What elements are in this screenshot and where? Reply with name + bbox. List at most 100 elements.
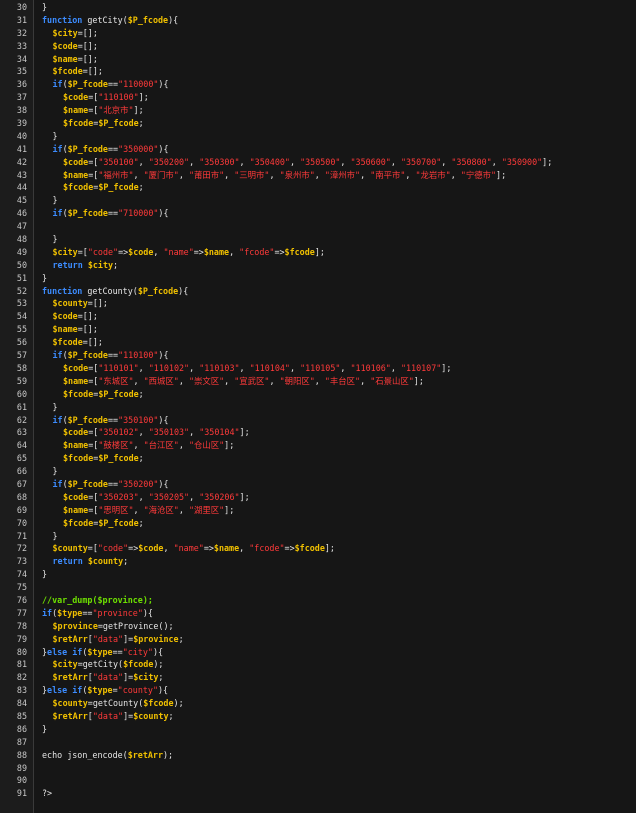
code-token: "350200" [118, 478, 159, 489]
code-token: if [52, 208, 63, 219]
line-number: 44 [16, 182, 27, 193]
line-number: 84 [16, 698, 27, 709]
code-token: "data" [92, 672, 124, 683]
code-text: $fcode=$P_fcode; [63, 117, 144, 130]
code-text: if($P_fcode=="710000"){ [53, 207, 169, 220]
code-token: , [133, 169, 144, 180]
code-text: if($P_fcode=="110100"){ [53, 349, 169, 362]
code-token: , [178, 504, 189, 515]
code-token: , [289, 156, 301, 167]
code-token: , [133, 440, 144, 451]
code-token: "350300" [199, 156, 240, 167]
code-token: "province" [92, 607, 143, 618]
code-token: =[ [88, 105, 99, 116]
code-token: ; [138, 388, 144, 399]
code-token: "county" [117, 685, 158, 696]
code-token: } [52, 401, 58, 412]
code-line: 36 if($P_fcode=="110000"){ [0, 78, 636, 91]
code-token: == [107, 350, 119, 361]
code-token: =[ [88, 156, 99, 167]
code-token: ){ [152, 646, 164, 657]
code-token: "350200" [148, 156, 190, 167]
code-text: } [42, 272, 47, 285]
code-token: "龙岩市" [415, 169, 451, 180]
code-token: $code [63, 427, 89, 438]
code-line: 47 [0, 220, 636, 233]
code-token: $city [52, 246, 78, 257]
code-token: "宁德市" [460, 169, 497, 180]
code-token: =[ [88, 375, 99, 386]
code-token: ]; [133, 105, 144, 116]
code-token: "鼓楼区" [98, 440, 134, 451]
code-token: "350203" [98, 491, 139, 502]
code-token: "350104" [199, 427, 240, 438]
code-token: => [193, 246, 204, 257]
code-line: 74} [0, 568, 636, 581]
code-token: } [52, 234, 58, 245]
code-token: => [203, 543, 214, 554]
code-token: $name [63, 440, 89, 451]
code-token: "东城区" [98, 375, 134, 386]
code-token: , [178, 375, 189, 386]
line-number: 75 [16, 582, 27, 593]
code-token: ]; [138, 92, 149, 103]
code-token: $fcode [123, 659, 154, 670]
code-text: $code=["350203", "350205", "350206"]; [63, 491, 250, 504]
line-number: 46 [16, 208, 27, 219]
line-number: 30 [16, 2, 27, 12]
line-number: 39 [16, 118, 27, 129]
line-number: 57 [16, 350, 27, 361]
code-token: ]= [123, 710, 134, 721]
code-token: $P_fcode [67, 478, 108, 489]
code-token: } [52, 195, 58, 206]
code-line: 58 $code=["110101", "110102", "110103", "… [0, 362, 636, 375]
code-token: , [138, 427, 149, 438]
code-token: ){ [142, 607, 153, 618]
code-text: $city=["code"=>$code, "name"=>$name, "fc… [53, 246, 325, 259]
line-number: 80 [16, 646, 27, 657]
code-token: $province [52, 620, 98, 631]
code-token: , [314, 169, 325, 180]
line-number: 47 [16, 221, 27, 232]
line-number: 66 [16, 466, 27, 477]
code-text: $code=[]; [53, 310, 98, 323]
code-editor[interactable]: 30} 31 function getCity($P_fcode){32 $city=… [0, 0, 636, 813]
code-text: } [53, 130, 58, 143]
code-text: } [53, 401, 58, 414]
code-token: =[ [87, 543, 98, 554]
code-text: return $city; [53, 259, 119, 272]
code-text: }else if($type="county"){ [42, 684, 168, 697]
code-text: if($type=="province"){ [42, 607, 153, 620]
code-token: $P_fcode [98, 182, 139, 193]
code-token: $retArr [52, 710, 88, 721]
code-token: $P_fcode [67, 143, 108, 154]
code-token: ; [113, 259, 119, 270]
code-line: 80}else if($type=="city"){ [0, 646, 636, 659]
code-token: ; [168, 710, 174, 721]
line-number: 61 [16, 401, 27, 412]
code-token: == [112, 646, 123, 657]
code-token: "福州市" [98, 169, 134, 180]
code-token: => [274, 246, 285, 257]
code-token: "fcode" [249, 543, 285, 554]
code-line: 90 [0, 774, 636, 787]
code-token: //var_dump($province); [42, 594, 153, 605]
code-token: "350700" [400, 156, 442, 167]
line-number: 33 [16, 40, 27, 51]
code-token: $P_fcode [137, 285, 179, 296]
code-line: 60 $fcode=$P_fcode; [0, 388, 636, 401]
line-number: 56 [16, 337, 27, 348]
code-token: if [52, 79, 63, 90]
code-token: "code" [97, 543, 129, 554]
code-text: $retArr["data"]=$county; [53, 710, 174, 723]
code-token: } [42, 272, 48, 283]
line-number: 81 [16, 659, 27, 670]
code-line: 72 $county=["code"=>$code, "name"=>$name,… [0, 542, 636, 555]
code-token: $P_fcode [67, 414, 108, 425]
code-text: echo json_encode($retArr); [42, 749, 173, 762]
code-token: "710000" [118, 208, 159, 219]
code-token: , [441, 156, 452, 167]
code-text: $code=["110100"]; [63, 91, 149, 104]
code-token: $code [63, 92, 89, 103]
line-number: 89 [16, 762, 27, 773]
